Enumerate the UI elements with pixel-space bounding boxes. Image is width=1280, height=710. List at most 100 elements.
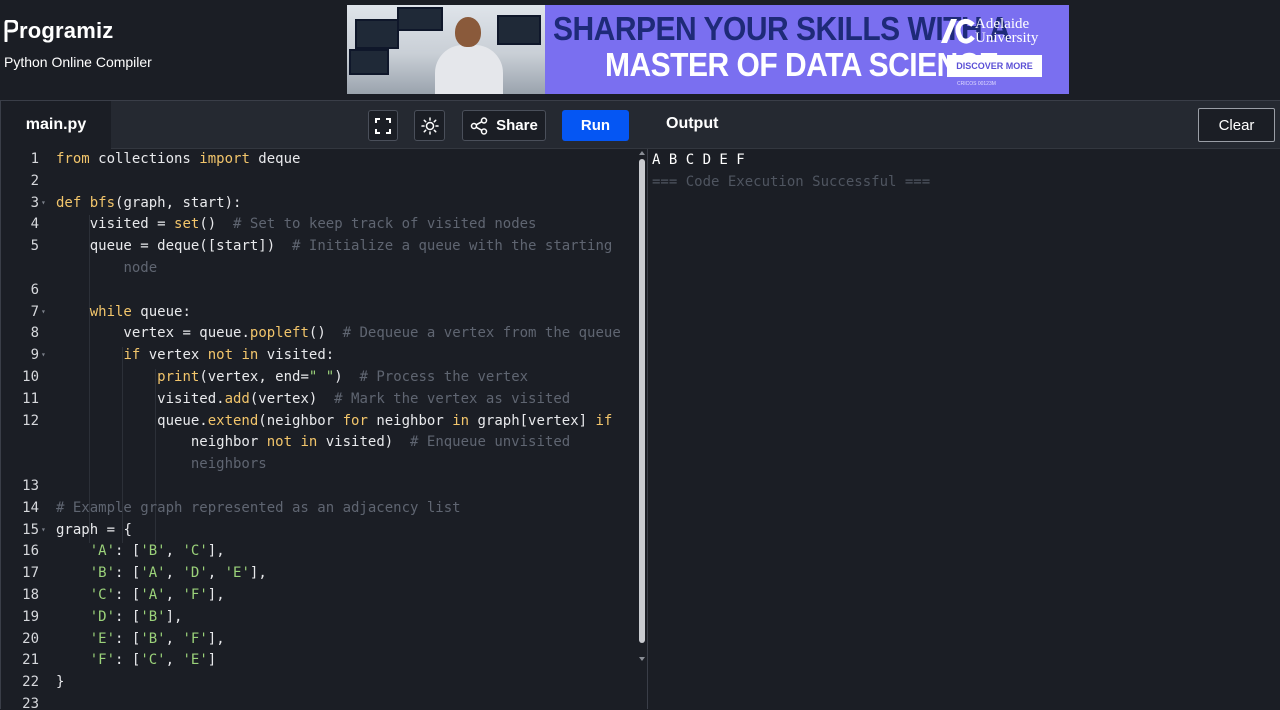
code-text: 'C': ['A', 'F'], <box>89 587 225 603</box>
code-text: # Example graph represented as an adjace… <box>56 499 461 516</box>
code-line[interactable]: 7 ▾ while queue: <box>1 301 637 323</box>
line-number: 14 <box>22 499 39 516</box>
line-number: 15 <box>22 521 39 538</box>
line-number: 16 <box>22 543 39 560</box>
code-line[interactable]: 17 'B': ['A', 'D', 'E'], <box>1 562 637 584</box>
adelaide-logo-icon <box>937 17 975 45</box>
code-line[interactable]: node <box>1 257 637 279</box>
output-toolbar: Output Clear <box>648 101 1280 149</box>
line-number: 3 <box>30 194 39 211</box>
line-number: 20 <box>22 630 39 647</box>
ad-banner[interactable]: SHARPEN YOUR SKILLS WITH A MASTER OF DAT… <box>347 5 1069 94</box>
code-line[interactable]: 10 print(vertex, end=" ") # Process the … <box>1 366 637 388</box>
brand[interactable]: rogramiz Python Online Compiler <box>4 18 152 70</box>
line-number: 4 <box>30 216 39 233</box>
code-line[interactable]: 12 queue.extend(neighbor for neighbor in… <box>1 410 637 432</box>
line-number: 6 <box>30 281 39 298</box>
code-line[interactable]: neighbor not in visited) # Enqueue unvis… <box>1 431 637 453</box>
code-line[interactable]: 16 'A': ['B', 'C'], <box>1 540 637 562</box>
code-text: while queue: <box>89 303 191 320</box>
editor-panel: main.py Share Run 1 from collections imp… <box>0 100 648 710</box>
share-icon <box>470 116 488 135</box>
scroll-up-arrow[interactable] <box>639 151 645 155</box>
code-line[interactable]: neighbors <box>1 453 637 475</box>
line-number: 13 <box>22 478 39 494</box>
line-number: 21 <box>22 652 39 669</box>
line-number: 19 <box>22 608 39 625</box>
line-number: 11 <box>22 390 39 407</box>
ad-discover-more-button[interactable]: DISCOVER MORE <box>947 55 1042 77</box>
ad-university: Adelaide University DISCOVER MORE CRICOS… <box>927 5 1069 94</box>
code-line[interactable]: 13 <box>1 475 637 497</box>
code-line[interactable]: 18 'C': ['A', 'F'], <box>1 584 637 606</box>
fold-toggle-icon[interactable]: ▾ <box>41 344 46 366</box>
code-text: 'F': ['C', 'E'] <box>89 652 217 669</box>
programiz-logo[interactable]: rogramiz <box>4 18 152 43</box>
code-text: node <box>123 260 158 276</box>
code-text: neighbors <box>190 456 267 473</box>
code-line[interactable]: 9 ▾ if vertex not in visited: <box>1 344 637 366</box>
code-line[interactable]: 23 <box>1 693 637 710</box>
theme-toggle-button[interactable] <box>414 110 445 141</box>
code-line[interactable]: 5 queue = deque([start]) # Initialize a … <box>1 235 637 257</box>
editor-toolbar: main.py Share Run <box>1 101 648 149</box>
line-number: 7 <box>30 303 39 320</box>
code-text: graph = { <box>56 521 132 538</box>
code-text: from collections import deque <box>56 151 301 167</box>
fold-toggle-icon[interactable]: ▾ <box>41 519 46 541</box>
code-text: def bfs(graph, start): <box>56 194 242 211</box>
output-console[interactable]: A B C D E F === Code Execution Successfu… <box>652 149 1272 193</box>
code-line[interactable]: 8 vertex = queue.popleft() # Dequeue a v… <box>1 322 637 344</box>
ad-university-name: Adelaide University <box>975 16 1039 46</box>
line-number: 1 <box>30 151 39 167</box>
code-text: vertex = queue.popleft() # Dequeue a ver… <box>56 325 621 342</box>
share-label: Share <box>496 117 538 134</box>
code-text: } <box>56 674 65 691</box>
share-button[interactable]: Share <box>462 110 546 141</box>
code-line[interactable]: 15 ▾ graph = { <box>1 519 637 541</box>
fullscreen-icon <box>375 117 391 134</box>
code-line[interactable]: 21 'F': ['C', 'E'] <box>1 649 637 671</box>
fold-toggle-icon[interactable]: ▾ <box>41 192 46 214</box>
code-line[interactable]: 19 'D': ['B'], <box>1 606 637 628</box>
code-text: 'E': ['B', 'F'], <box>89 630 225 647</box>
top-header: rogramiz Python Online Compiler SHARPEN … <box>0 0 1280 100</box>
run-button[interactable]: Run <box>562 110 629 141</box>
code-text: 'B': ['A', 'D', 'E'], <box>89 565 267 582</box>
code-line[interactable]: 22} <box>1 671 637 693</box>
code-text: visited = set() # Set to keep track of v… <box>56 216 537 233</box>
line-number: 8 <box>30 325 39 342</box>
code-text: neighbor not in visited) # Enqueue unvis… <box>56 434 571 451</box>
code-line[interactable]: 6 <box>1 279 637 301</box>
ad-photo <box>347 5 545 94</box>
code-line[interactable]: 4 visited = set() # Set to keep track of… <box>1 213 637 235</box>
ad-fine-print: CRICOS 00123M <box>957 81 996 87</box>
clear-button[interactable]: Clear <box>1198 108 1275 142</box>
scroll-down-arrow[interactable] <box>639 657 645 661</box>
code-text: visited.add(vertex) # Mark the vertex as… <box>56 390 571 407</box>
line-number: 17 <box>22 565 39 582</box>
fold-toggle-icon[interactable]: ▾ <box>41 301 46 323</box>
line-number: 12 <box>22 412 39 429</box>
logo-text: rogramiz <box>19 18 114 43</box>
fullscreen-button[interactable] <box>368 110 398 141</box>
tab-main-py[interactable]: main.py <box>1 101 111 149</box>
line-number: 9 <box>30 347 39 364</box>
execution-status: === Code Execution Successful === <box>652 174 931 190</box>
code-line[interactable]: 14 # Example graph represented as an adja… <box>1 497 637 519</box>
code-text: 'A': ['B', 'C'], <box>89 543 225 560</box>
code-text: if vertex not in visited: <box>123 347 335 364</box>
line-number: 2 <box>30 172 39 189</box>
code-line[interactable]: 1 from collections import deque <box>1 149 637 170</box>
editor-scrollbar[interactable] <box>639 159 645 643</box>
code-line[interactable]: 20 'E': ['B', 'F'], <box>1 628 637 650</box>
code-line[interactable]: 3 ▾ def bfs(graph, start): <box>1 192 637 214</box>
code-line[interactable]: 11 visited.add(vertex) # Mark the vertex… <box>1 388 637 410</box>
line-number: 23 <box>22 696 39 710</box>
code-editor[interactable]: 1 from collections import deque 2 3 ▾ def bfs… <box>1 149 648 710</box>
ad-headline: SHARPEN YOUR SKILLS WITH A MASTER OF DAT… <box>545 5 1011 94</box>
line-number: 5 <box>30 238 39 255</box>
code-line[interactable]: 2 <box>1 170 637 192</box>
code-text: queue = deque([start]) # Initialize a qu… <box>56 238 613 255</box>
line-number: 18 <box>22 587 39 603</box>
